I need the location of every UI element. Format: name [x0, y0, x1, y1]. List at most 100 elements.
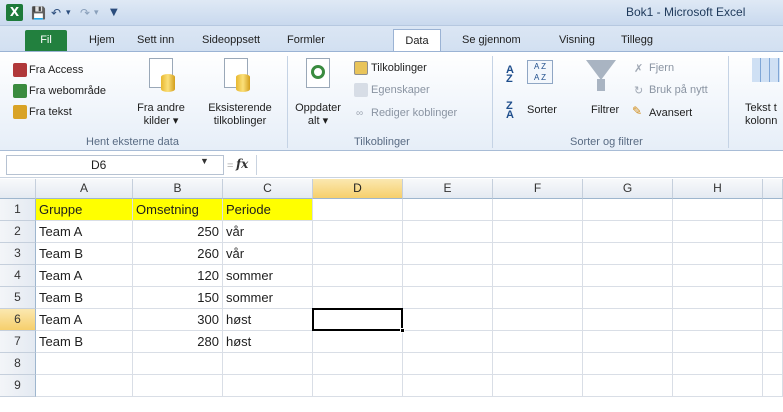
cell-h3[interactable] [673, 243, 763, 265]
cell-col88[interactable] [763, 353, 783, 375]
from-other-sources-button[interactable]: Fra andre kilder ▾ [132, 102, 190, 128]
cell-f5[interactable] [493, 287, 583, 309]
cell-a4[interactable]: Team A [36, 265, 133, 287]
cell-c7[interactable]: høst [223, 331, 313, 353]
name-box-dropdown-icon[interactable]: ▼ [200, 156, 209, 166]
cell-d1[interactable] [313, 199, 403, 221]
cell-b8[interactable] [133, 353, 223, 375]
cell-h5[interactable] [673, 287, 763, 309]
cell-c5[interactable]: sommer [223, 287, 313, 309]
column-header-f[interactable]: F [493, 179, 583, 199]
cell-f4[interactable] [493, 265, 583, 287]
cell-d9[interactable] [313, 375, 403, 397]
cell-b2[interactable]: 250 [133, 221, 223, 243]
cell-f2[interactable] [493, 221, 583, 243]
row-header-4[interactable]: 4 [0, 265, 36, 287]
row-header-9[interactable]: 9 [0, 375, 36, 397]
tab-home[interactable]: Hjem [83, 31, 121, 51]
row-header-1[interactable]: 1 [0, 199, 36, 221]
cell-g6[interactable] [583, 309, 673, 331]
customize-qat-icon[interactable]: ▼ [110, 4, 118, 22]
row-header-7[interactable]: 7 [0, 331, 36, 353]
existing-connections-button[interactable]: Eksisterende tilkoblinger [200, 102, 280, 128]
cell-g2[interactable] [583, 221, 673, 243]
cell-f1[interactable] [493, 199, 583, 221]
cell-g8[interactable] [583, 353, 673, 375]
cell-col82[interactable] [763, 221, 783, 243]
cell-col84[interactable] [763, 265, 783, 287]
insert-function-icon[interactable]: fx [236, 157, 248, 171]
tab-view[interactable]: Visning [553, 31, 601, 51]
advanced-filter-button[interactable]: Avansert [649, 107, 692, 120]
cell-c4[interactable]: sommer [223, 265, 313, 287]
spreadsheet-grid[interactable]: A B C D E F G H 1 Gruppe Omsetning Periode 2 Team A 25… [0, 179, 783, 412]
cell-d3[interactable] [313, 243, 403, 265]
cell-h6[interactable] [673, 309, 763, 331]
reapply-button[interactable]: Bruk på nytt [649, 84, 708, 97]
cell-col87[interactable] [763, 331, 783, 353]
cell-g7[interactable] [583, 331, 673, 353]
tab-formulas[interactable]: Formler [281, 31, 331, 51]
cell-f7[interactable] [493, 331, 583, 353]
cell-d7[interactable] [313, 331, 403, 353]
text-to-columns-button[interactable]: Tekst t kolonn [745, 102, 777, 128]
cell-b9[interactable] [133, 375, 223, 397]
cell-b3[interactable]: 260 [133, 243, 223, 265]
undo-dropdown-icon[interactable]: ▾ [66, 4, 71, 22]
column-header-c[interactable]: C [223, 179, 313, 199]
fill-handle[interactable] [400, 328, 405, 333]
redo-icon[interactable]: ↷ [80, 4, 90, 22]
cell-c2[interactable]: vår [223, 221, 313, 243]
cell-e7[interactable] [403, 331, 493, 353]
column-header-a[interactable]: A [36, 179, 133, 199]
cell-f8[interactable] [493, 353, 583, 375]
row-header-6[interactable]: 6 [0, 309, 36, 331]
formula-input[interactable] [256, 155, 783, 175]
cell-g4[interactable] [583, 265, 673, 287]
tab-addins[interactable]: Tillegg [615, 31, 659, 51]
cell-e9[interactable] [403, 375, 493, 397]
name-box[interactable]: D6 [6, 155, 224, 175]
cell-g9[interactable] [583, 375, 673, 397]
cell-d2[interactable] [313, 221, 403, 243]
from-text-button[interactable]: Fra tekst [29, 106, 72, 119]
column-header-d[interactable]: D [313, 179, 403, 199]
cell-b1[interactable]: Omsetning [133, 199, 223, 221]
from-access-button[interactable]: Fra Access [29, 64, 83, 77]
cell-h1[interactable] [673, 199, 763, 221]
tab-review[interactable]: Se gjennom [456, 31, 527, 51]
column-header-b[interactable]: B [133, 179, 223, 199]
cell-g5[interactable] [583, 287, 673, 309]
refresh-all-button[interactable]: Oppdater alt ▾ [292, 102, 344, 128]
cell-e4[interactable] [403, 265, 493, 287]
cell-f9[interactable] [493, 375, 583, 397]
cell-h2[interactable] [673, 221, 763, 243]
tab-insert[interactable]: Sett inn [131, 31, 180, 51]
cell-b4[interactable]: 120 [133, 265, 223, 287]
cell-h7[interactable] [673, 331, 763, 353]
save-icon[interactable]: 💾 [31, 4, 46, 22]
column-header-h[interactable]: H [673, 179, 763, 199]
cell-h9[interactable] [673, 375, 763, 397]
tab-file[interactable]: Fil [25, 30, 67, 51]
row-header-3[interactable]: 3 [0, 243, 36, 265]
clear-filter-button[interactable]: Fjern [649, 62, 674, 75]
cell-c3[interactable]: vår [223, 243, 313, 265]
cell-a6[interactable]: Team A [36, 309, 133, 331]
cell-c1[interactable]: Periode [223, 199, 313, 221]
cell-a9[interactable] [36, 375, 133, 397]
cell-a5[interactable]: Team B [36, 287, 133, 309]
tab-page-layout[interactable]: Sideoppsett [196, 31, 266, 51]
cell-f6[interactable] [493, 309, 583, 331]
undo-icon[interactable]: ↶ [51, 4, 61, 22]
cell-d8[interactable] [313, 353, 403, 375]
cell-e2[interactable] [403, 221, 493, 243]
cell-e6[interactable] [403, 309, 493, 331]
cell-a1[interactable]: Gruppe [36, 199, 133, 221]
cell-a7[interactable]: Team B [36, 331, 133, 353]
cell-e1[interactable] [403, 199, 493, 221]
sort-az-icon[interactable]: AZ [506, 65, 514, 85]
sort-button[interactable]: Sorter [527, 104, 557, 117]
cell-col86[interactable] [763, 309, 783, 331]
row-header-2[interactable]: 2 [0, 221, 36, 243]
